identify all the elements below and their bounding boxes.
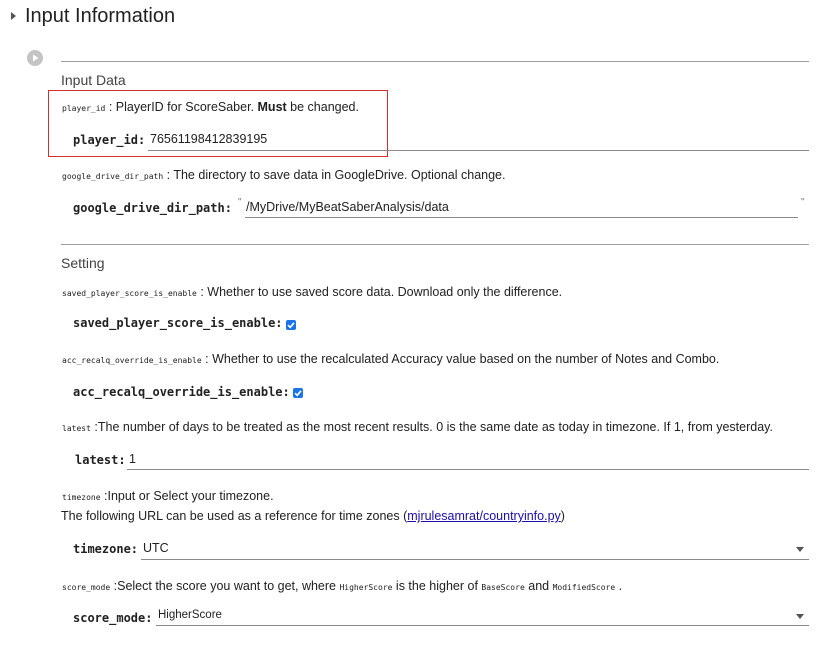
latest-description: latest :The number of days to be treated… <box>62 420 773 434</box>
score-mode-select[interactable]: HigherScore <box>158 609 793 621</box>
run-cell-button[interactable] <box>27 50 43 66</box>
saved-player-score-description: saved_player_score_is_enable : Whether t… <box>62 285 562 299</box>
quote-open: " <box>238 197 242 208</box>
timezone-reference: The following URL can be used as a refer… <box>61 509 565 523</box>
score-mode-desc-mid: is the higher of <box>392 579 482 593</box>
google-drive-dir-path-desc-text: : The directory to save data in GoogleDr… <box>163 168 506 182</box>
player-id-input-underline <box>148 150 809 151</box>
timezone-reference-text: The following URL can be used as a refer… <box>61 509 408 523</box>
score-mode-description: score_mode :Select the score you want to… <box>62 579 622 593</box>
acc-recalq-description: acc_recalq_override_is_enable : Whether … <box>62 352 719 366</box>
section-divider <box>61 244 809 245</box>
acc-recalq-desc-text: : Whether to use the recalculated Accura… <box>201 352 720 366</box>
timezone-code: timezone <box>62 493 101 502</box>
score-mode-desc-and: and <box>524 579 553 593</box>
player-id-code: player_id <box>62 104 106 113</box>
latest-label: latest: <box>75 453 126 467</box>
player-id-input[interactable]: 76561198412839195 <box>150 132 809 146</box>
score-mode-desc-end: . <box>615 579 623 593</box>
higher-score-code: HigherScore <box>339 583 393 592</box>
player-id-desc-tail: be changed. <box>286 100 359 114</box>
quote-close: " <box>801 197 805 208</box>
timezone-select-underline <box>141 559 809 560</box>
acc-recalq-checkbox[interactable] <box>293 388 303 398</box>
latest-desc-text: :The number of days to be treated as the… <box>90 420 773 434</box>
timezone-label: timezone: <box>73 542 139 556</box>
player-id-description: player_id : PlayerID for ScoreSaber. Mus… <box>62 100 359 114</box>
google-drive-dir-path-label: google_drive_dir_path: <box>73 201 232 215</box>
score-mode-code: score_mode <box>62 583 111 592</box>
modified-score-code: ModifiedScore <box>552 583 616 592</box>
latest-input[interactable]: 1 <box>129 452 809 466</box>
score-mode-desc-text: :Select the score you want to get, where <box>110 579 340 593</box>
timezone-select[interactable]: UTC <box>143 541 793 555</box>
google-drive-dir-path-code: google_drive_dir_path <box>62 172 164 181</box>
section-header-title: Input Information <box>25 5 176 27</box>
collapse-toggle-icon[interactable] <box>11 12 16 20</box>
score-mode-label: score_mode: <box>73 611 153 625</box>
google-drive-dir-path-description: google_drive_dir_path : The directory to… <box>62 168 505 182</box>
countryinfo-link[interactable]: mjrulesamrat/countryinfo.py <box>407 509 561 523</box>
section-title-input-data: Input Data <box>61 72 126 88</box>
play-icon <box>33 54 39 62</box>
checkmark-icon <box>287 322 295 329</box>
saved-player-score-desc-text: : Whether to use saved score data. Downl… <box>196 285 563 299</box>
cell-top-divider <box>61 61 809 62</box>
timezone-description: timezone :Input or Select your timezone. <box>62 489 274 503</box>
saved-player-score-label: saved_player_score_is_enable: <box>73 316 283 330</box>
player-id-desc-text: : PlayerID for ScoreSaber. <box>105 100 258 114</box>
saved-player-score-checkbox[interactable] <box>286 320 296 330</box>
player-id-label: player_id: <box>73 133 146 147</box>
checkmark-icon <box>294 390 302 397</box>
acc-recalq-label: acc_recalq_override_is_enable: <box>73 385 290 399</box>
acc-recalq-code: acc_recalq_override_is_enable <box>62 356 202 365</box>
base-score-code: BaseScore <box>481 583 525 592</box>
timezone-dropdown-arrow-icon[interactable] <box>796 547 804 552</box>
player-id-desc-bold: Must <box>257 100 287 114</box>
google-drive-dir-path-input[interactable]: /MyDrive/MyBeatSaberAnalysis/data <box>246 200 798 214</box>
latest-code: latest <box>62 424 91 433</box>
google-drive-dir-path-input-underline <box>245 217 798 218</box>
saved-player-score-code: saved_player_score_is_enable <box>62 289 197 298</box>
timezone-reference-tail: ) <box>560 509 565 523</box>
latest-input-underline <box>127 469 809 470</box>
score-mode-dropdown-arrow-icon[interactable] <box>796 614 804 619</box>
section-title-setting: Setting <box>61 255 105 271</box>
score-mode-select-underline <box>156 625 809 626</box>
timezone-desc-text: :Input or Select your timezone. <box>100 489 274 503</box>
